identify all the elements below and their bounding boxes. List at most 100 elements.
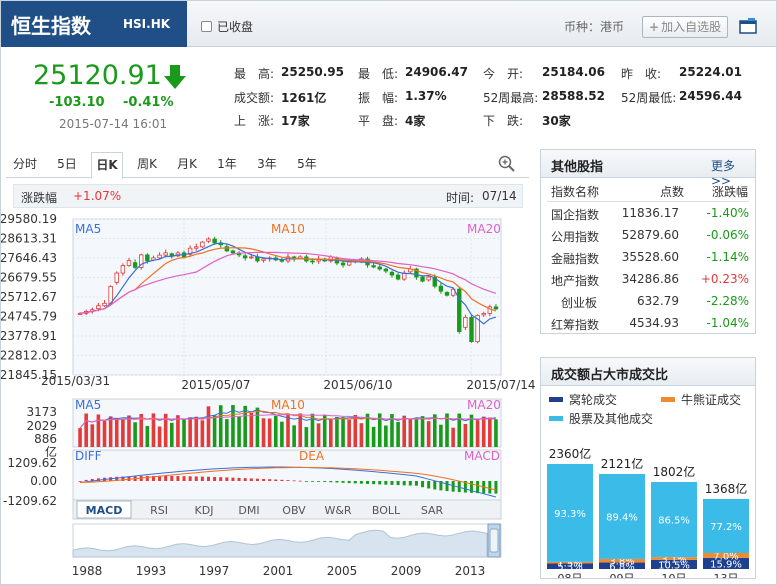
volume-bar (200, 420, 205, 447)
other-indices-header: 其他股指 更多>> (541, 150, 755, 188)
candle (310, 260, 315, 263)
turnover-category-label: 09日 (610, 572, 635, 578)
macd-y-tick: 1209.62 (7, 456, 57, 470)
candle (194, 246, 199, 249)
volume-bar (133, 422, 137, 447)
others-row-name[interactable]: 红筹指数 (551, 316, 599, 333)
price-y-tick: 28613.31 (1, 232, 57, 246)
quote-stat-label: 上 涨: (234, 114, 275, 128)
indicator-tab-4[interactable]: OBV (282, 504, 306, 517)
candle (96, 305, 101, 309)
macd-bar (347, 481, 351, 484)
indicator-tab-5[interactable]: W&R (324, 504, 351, 517)
turnover-segment-label: 86.5% (658, 516, 690, 527)
indicator-tab-1[interactable]: RSI (150, 504, 168, 517)
volume-bar (304, 427, 309, 447)
navigator-year: 2001 (263, 564, 294, 578)
volume-bar (329, 419, 333, 447)
candle (249, 256, 254, 259)
price-y-tick: 25712.67 (1, 290, 57, 304)
others-row-change: -2.28% (706, 294, 749, 308)
indicator-tab-0[interactable]: MACD (86, 504, 123, 517)
price-panel: 29580.19 28613.31 27646.43 26679.55 25712.67… (1, 212, 536, 392)
volume-bar (494, 419, 498, 447)
navigator-year: 1988 (72, 564, 103, 578)
candle (340, 262, 346, 266)
navigator-grip[interactable] (489, 528, 499, 553)
macd-bar (359, 481, 363, 484)
volume-bar (121, 419, 125, 447)
other-indices-panel: 其他股指 更多>> 指数名称 点数 涨跌幅 国企指数 11836.17 -1.40% 公用指… (540, 149, 756, 334)
others-row-points: 11836.17 (621, 206, 679, 220)
volume-bar (463, 423, 468, 447)
others-row-name[interactable]: 公用指数 (551, 228, 599, 245)
volume-bar (286, 414, 290, 447)
add-watchlist-button[interactable]: + 加入自选股 (642, 16, 728, 38)
macd-bar (488, 481, 492, 494)
volume-bar (90, 424, 95, 447)
macd-legend-macd: MACD (464, 449, 500, 463)
volume-bar (439, 424, 443, 447)
macd-bar (421, 481, 425, 488)
candle (145, 254, 150, 262)
popout-window-icon[interactable] (739, 18, 757, 34)
volume-y-tick: 2029 (26, 419, 57, 433)
macd-legend-dea: DEA (299, 449, 325, 463)
others-row-name[interactable]: 国企指数 (551, 206, 599, 223)
volume-bar (78, 428, 82, 447)
volume-bar (488, 417, 492, 447)
macd-bar (268, 479, 272, 481)
others-row-name[interactable]: 金融指数 (551, 250, 599, 267)
volume-bar (420, 416, 425, 447)
candle (157, 254, 162, 259)
candle (469, 317, 474, 343)
price-y-tick: 22812.03 (1, 349, 57, 363)
legend-ma10: MA10 (271, 222, 305, 236)
volume-bar (218, 405, 223, 447)
macd-bar (84, 479, 88, 481)
volume-bar (188, 417, 192, 447)
volume-bar (475, 420, 480, 447)
turnover-legend-label: 牛熊证成交 (681, 392, 741, 407)
price-y-tick: 24745.79 (1, 310, 57, 324)
macd-bar (262, 478, 266, 481)
macd-y-tick: -1209.62 (3, 494, 57, 508)
indicator-tab-2[interactable]: KDJ (195, 504, 214, 517)
history-navigator: 1988 1993 1997 2001 2005 2009 2013 (72, 523, 502, 578)
volume-bar (273, 415, 278, 447)
volume-bar (347, 419, 351, 447)
candle (242, 255, 248, 259)
quote-stat-value: 17家 (281, 114, 310, 128)
macd-bar (78, 481, 82, 482)
macd-bar (445, 481, 449, 492)
volume-bar (402, 415, 407, 447)
legend-ma20: MA20 (467, 222, 501, 236)
quote-stat-label: 昨 收: (621, 67, 662, 81)
candle (279, 259, 285, 262)
indicator-tab-6[interactable]: BOLL (372, 504, 401, 517)
other-indices-title: 其他股指 (551, 160, 604, 175)
quote-stat-value: 25184.06 (542, 65, 606, 79)
add-watchlist-label: 加入自选股 (661, 20, 722, 34)
candle (493, 306, 499, 310)
candle (389, 271, 395, 276)
others-row-change: -0.06% (706, 228, 749, 242)
volume-bar (335, 416, 339, 447)
macd-bar (286, 480, 290, 481)
volume-bar (316, 423, 321, 447)
volume-bar (102, 420, 107, 447)
others-header-cell: 涨跌幅 (711, 185, 748, 199)
macd-bar (329, 481, 333, 483)
macd-bar (231, 477, 235, 481)
indicator-tab-7[interactable]: SAR (421, 504, 444, 517)
plus-icon: + (649, 20, 660, 34)
others-row-name[interactable]: 创业板 (561, 294, 597, 311)
turnover-total-label: 1368亿 (705, 481, 748, 496)
others-row-name[interactable]: 地产指数 (551, 272, 599, 289)
indicator-tab-3[interactable]: DMI (238, 504, 259, 517)
turnover-legend-label: 窝轮成交 (569, 392, 617, 407)
quote-stat-value: 1261亿 (281, 91, 327, 105)
volume-bar (176, 415, 180, 447)
macd-bar (255, 478, 259, 481)
macd-bar (225, 477, 229, 481)
